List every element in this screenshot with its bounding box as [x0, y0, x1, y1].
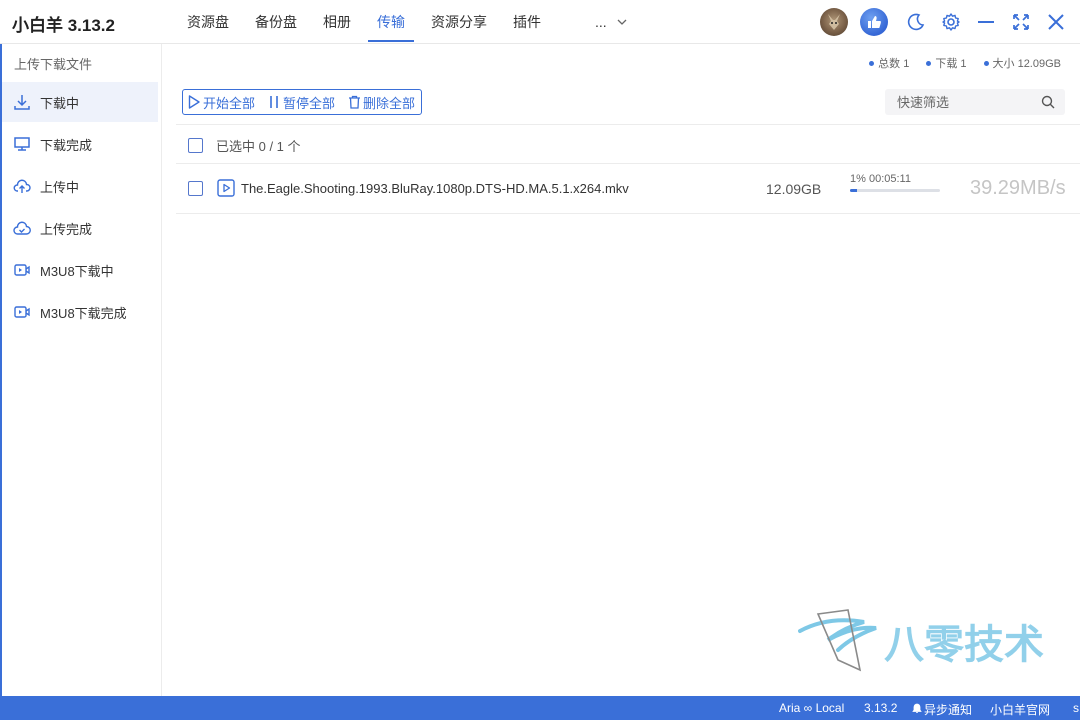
app-title: 小白羊 3.13.2 — [12, 16, 115, 35]
tab-resource-share[interactable]: 资源分享 — [422, 0, 496, 44]
official-site-link[interactable]: 小白羊官网 — [990, 701, 1050, 718]
table-row[interactable]: The.Eagle.Shooting.1993.BluRay.1080p.DTS… — [176, 164, 1080, 214]
delete-all-button[interactable]: 删除全部 — [347, 93, 415, 112]
sidebar-item-uploaded[interactable]: 上传完成 — [2, 208, 158, 248]
download-icon — [12, 92, 32, 112]
divider — [176, 124, 1080, 125]
play-icon — [187, 95, 201, 109]
status-overflow: s — [1073, 701, 1079, 715]
thumbs-up-icon[interactable] — [860, 8, 888, 36]
sidebar: 上传下载文件 下载中 下载完成 上传中 上传完成 M3U8下载中 M3U8下载完… — [0, 44, 162, 696]
selection-count: 已选中 0 / 1 个 — [216, 139, 301, 154]
more-label: ... — [595, 14, 607, 30]
sidebar-item-label: M3U8下载中 — [40, 263, 114, 279]
sidebar-item-m3u8-downloaded[interactable]: M3U8下载完成 — [2, 292, 158, 332]
stat-size: 大小 12.09GB — [983, 55, 1061, 71]
version-label: 3.13.2 — [864, 701, 898, 715]
row-checkbox[interactable] — [188, 181, 203, 196]
file-name: The.Eagle.Shooting.1993.BluRay.1080p.DTS… — [241, 181, 629, 196]
tab-plugins[interactable]: 插件 — [504, 0, 550, 44]
main-nav: 资源盘 备份盘 相册 传输 资源分享 插件 ... — [178, 0, 644, 44]
cloud-upload-icon — [12, 176, 32, 196]
sidebar-item-label: 上传中 — [40, 179, 80, 195]
avatar[interactable] — [820, 8, 848, 36]
bell-icon — [912, 703, 922, 717]
minimize-icon[interactable] — [974, 10, 998, 34]
status-bar: Aria ∞ Local 3.13.2 异步通知 小白羊官网 s — [0, 696, 1080, 720]
sidebar-item-m3u8-downloading[interactable]: M3U8下载中 — [2, 250, 158, 290]
selection-bar: 已选中 0 / 1 个 — [188, 136, 301, 155]
close-icon[interactable] — [1044, 10, 1068, 34]
stat-total: 总数 1 — [869, 55, 909, 71]
tab-backup-disk[interactable]: 备份盘 — [246, 0, 306, 44]
start-all-button[interactable]: 开始全部 — [187, 93, 255, 112]
divider — [176, 213, 1080, 214]
trash-icon — [347, 95, 361, 109]
more-menu[interactable]: ... — [586, 0, 636, 44]
select-all-checkbox[interactable] — [188, 138, 203, 153]
sidebar-header: 上传下载文件 — [14, 57, 93, 72]
video-icon — [12, 302, 32, 322]
async-notify[interactable]: 异步通知 — [912, 701, 972, 718]
progress-bar — [850, 189, 940, 192]
tab-transfer[interactable]: 传输 — [368, 0, 414, 44]
chevron-down-icon — [617, 0, 627, 44]
progress-text: 1% 00:05:11 — [850, 173, 911, 185]
pause-icon — [267, 95, 281, 109]
sidebar-item-downloading[interactable]: 下载中 — [2, 82, 158, 122]
tab-album[interactable]: 相册 — [314, 0, 360, 44]
aria-status[interactable]: Aria ∞ Local — [779, 701, 844, 715]
quick-filter — [885, 89, 1065, 115]
sidebar-item-downloaded[interactable]: 下载完成 — [2, 124, 158, 164]
maximize-icon[interactable] — [1009, 10, 1033, 34]
gear-icon[interactable] — [939, 10, 963, 34]
search-icon[interactable] — [1041, 95, 1055, 109]
stat-download: 下载 1 — [926, 55, 967, 71]
transfer-stats: 总数 1 下载 1 大小 12.09GB — [869, 55, 1061, 71]
video-file-icon — [217, 179, 235, 197]
moon-icon[interactable] — [904, 10, 928, 34]
watermark-text: 八零技术 — [884, 622, 1044, 668]
cloud-check-icon — [12, 218, 32, 238]
watermark: 八零技术 — [798, 606, 1058, 676]
sidebar-item-label: 上传完成 — [40, 221, 93, 237]
bulk-actions: 开始全部 暂停全部 删除全部 — [182, 89, 423, 115]
title-bar: 小白羊 3.13.2 资源盘 备份盘 相册 传输 资源分享 插件 ... — [0, 0, 1080, 44]
sidebar-item-label: 下载完成 — [40, 137, 93, 153]
progress-fill — [850, 189, 858, 192]
file-size: 12.09GB — [766, 181, 822, 197]
sidebar-item-label: 下载中 — [40, 95, 80, 111]
sidebar-item-label: M3U8下载完成 — [40, 305, 127, 321]
quick-filter-input[interactable] — [885, 89, 1035, 115]
pause-all-button[interactable]: 暂停全部 — [267, 93, 335, 112]
monitor-icon — [12, 134, 32, 154]
transfer-panel: 总数 1 下载 1 大小 12.09GB 开始全部 暂停全部 删除全部 快速筛选… — [162, 44, 1080, 696]
download-speed: 39.29MB/s — [970, 177, 1066, 199]
sidebar-item-uploading[interactable]: 上传中 — [2, 166, 158, 206]
video-icon — [12, 260, 32, 280]
tab-resource-disk[interactable]: 资源盘 — [178, 0, 238, 44]
